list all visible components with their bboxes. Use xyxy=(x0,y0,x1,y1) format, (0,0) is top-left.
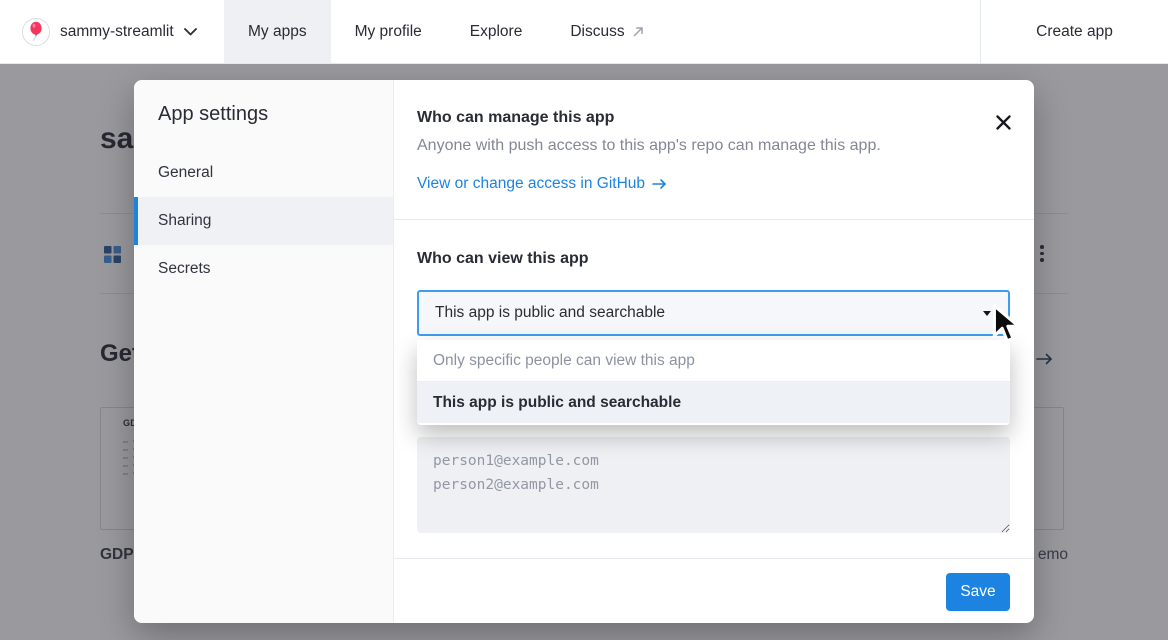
workspace-switcher[interactable]: sammy-streamlit xyxy=(0,0,197,63)
github-access-link-label: View or change access in GitHub xyxy=(417,175,645,193)
close-icon[interactable] xyxy=(993,112,1013,132)
top-navbar: sammy-streamlit My apps My profile Explo… xyxy=(0,0,1168,64)
viewers-select[interactable]: This app is public and searchable xyxy=(417,290,1010,336)
sidebar-item-secrets[interactable]: Secrets xyxy=(134,245,393,293)
caret-down-icon xyxy=(983,311,991,316)
sidebar-item-label: Secrets xyxy=(158,260,211,278)
viewers-select-dropdown: Only specific people can view this app T… xyxy=(417,340,1010,425)
external-link-arrow-icon xyxy=(632,25,645,38)
save-button[interactable]: Save xyxy=(946,573,1010,611)
arrow-right-icon xyxy=(652,178,667,190)
sidebar-item-sharing[interactable]: Sharing xyxy=(134,197,393,245)
modal-title: App settings xyxy=(158,103,393,126)
invite-viewers-textarea[interactable] xyxy=(417,437,1010,533)
viewers-select-value: This app is public and searchable xyxy=(435,304,665,322)
tab-my-apps[interactable]: My apps xyxy=(224,0,331,63)
tab-my-profile-label: My profile xyxy=(355,23,422,41)
balloon-icon xyxy=(27,21,45,43)
github-access-link[interactable]: View or change access in GitHub xyxy=(417,175,667,193)
view-section-heading: Who can view this app xyxy=(417,250,589,268)
sidebar-item-label: Sharing xyxy=(158,212,211,230)
sidebar-item-label: General xyxy=(158,164,213,182)
tab-explore-label: Explore xyxy=(470,23,523,41)
manage-section-heading: Who can manage this app xyxy=(417,109,614,127)
create-app-button[interactable]: Create app xyxy=(980,0,1168,63)
divider xyxy=(394,219,1034,220)
tab-explore[interactable]: Explore xyxy=(446,0,547,63)
create-app-label: Create app xyxy=(1036,23,1113,41)
divider xyxy=(394,558,1034,559)
option-public-searchable[interactable]: This app is public and searchable xyxy=(417,382,1010,423)
streamlit-balloon-logo xyxy=(22,18,50,46)
workspace-name: sammy-streamlit xyxy=(60,23,174,41)
option-specific-people[interactable]: Only specific people can view this app xyxy=(417,340,1010,381)
tab-discuss[interactable]: Discuss xyxy=(546,0,668,63)
modal-sidebar: App settings General Sharing Secrets xyxy=(134,80,394,623)
tab-my-profile[interactable]: My profile xyxy=(331,0,446,63)
nav-tabs: My apps My profile Explore Discuss xyxy=(224,0,669,63)
modal-nav: General Sharing Secrets xyxy=(134,149,393,293)
manage-section-description: Anyone with push access to this app's re… xyxy=(417,137,881,155)
sidebar-item-general[interactable]: General xyxy=(134,149,393,197)
tab-discuss-label: Discuss xyxy=(570,23,624,41)
chevron-down-icon xyxy=(184,28,197,36)
tab-my-apps-label: My apps xyxy=(248,23,307,41)
